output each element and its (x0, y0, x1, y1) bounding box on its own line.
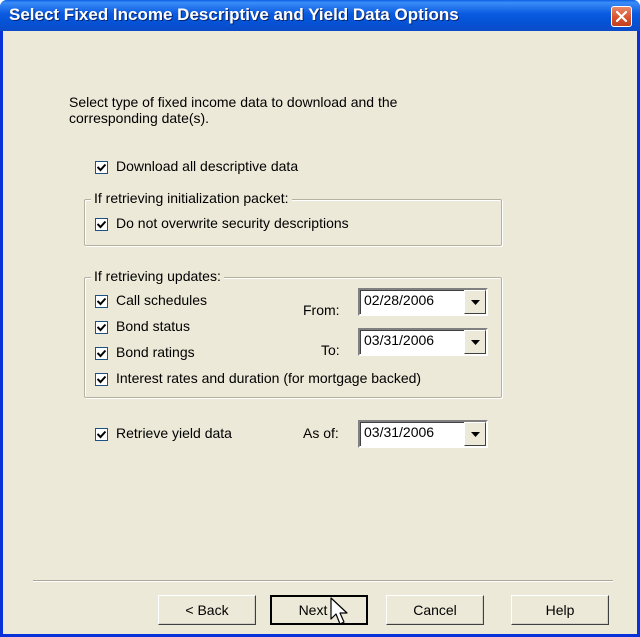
dropdown-arrow-icon (471, 340, 480, 345)
mouse-pointer-icon (330, 597, 348, 625)
bond-ratings-checkbox[interactable] (95, 347, 108, 360)
retrieve-yield-checkbox[interactable] (95, 428, 108, 441)
interest-rates-checkbox[interactable] (95, 373, 108, 386)
as-of-date-dropdown[interactable]: 03/31/2006 (358, 420, 488, 448)
to-date-dropdown[interactable]: 03/31/2006 (358, 328, 488, 356)
footer-separator (33, 580, 613, 582)
from-date-value: 02/28/2006 (364, 292, 435, 308)
bond-status-checkbox[interactable] (95, 321, 108, 334)
bond-status-label[interactable]: Bond status (116, 318, 190, 334)
dropdown-arrow-icon (471, 432, 480, 437)
close-button[interactable] (611, 6, 632, 27)
checkmark-icon (97, 349, 106, 358)
bond-ratings-label[interactable]: Bond ratings (116, 344, 195, 360)
dialog-window: Select Fixed Income Descriptive and Yiel… (0, 0, 640, 637)
do-not-overwrite-label[interactable]: Do not overwrite security descriptions (116, 215, 349, 231)
retrieve-yield-label[interactable]: Retrieve yield data (116, 425, 232, 441)
checkmark-icon (97, 297, 106, 306)
from-label: From: (303, 302, 340, 318)
from-date-dropdown-button[interactable] (464, 290, 486, 314)
to-date-dropdown-button[interactable] (464, 330, 486, 354)
intro-text: Select type of fixed income data to down… (69, 94, 398, 126)
next-button[interactable]: Next > (270, 595, 368, 625)
back-button[interactable]: < Back (158, 595, 256, 625)
checkmark-icon (97, 220, 106, 229)
call-schedules-label[interactable]: Call schedules (116, 292, 207, 308)
help-button[interactable]: Help (511, 595, 609, 625)
download-all-label[interactable]: Download all descriptive data (116, 158, 298, 174)
download-all-checkbox[interactable] (95, 161, 108, 174)
interest-rates-label[interactable]: Interest rates and duration (for mortgag… (116, 370, 421, 386)
checkmark-icon (97, 163, 106, 172)
as-of-date-dropdown-button[interactable] (464, 422, 486, 446)
checkmark-icon (97, 375, 106, 384)
window-title: Select Fixed Income Descriptive and Yiel… (9, 5, 459, 24)
as-of-label: As of: (303, 425, 339, 441)
to-date-value: 03/31/2006 (364, 332, 435, 348)
dropdown-arrow-icon (471, 300, 480, 305)
title-bar[interactable]: Select Fixed Income Descriptive and Yiel… (0, 0, 640, 31)
checkmark-icon (97, 323, 106, 332)
do-not-overwrite-checkbox[interactable] (95, 218, 108, 231)
call-schedules-checkbox[interactable] (95, 295, 108, 308)
to-label: To: (321, 342, 340, 358)
as-of-date-value: 03/31/2006 (364, 424, 435, 440)
updates-group-label: If retrieving updates: (91, 268, 224, 284)
from-date-dropdown[interactable]: 02/28/2006 (358, 288, 488, 316)
init-packet-group-label: If retrieving initialization packet: (91, 190, 292, 206)
close-icon (616, 11, 627, 22)
cancel-button[interactable]: Cancel (386, 595, 484, 625)
checkmark-icon (97, 430, 106, 439)
